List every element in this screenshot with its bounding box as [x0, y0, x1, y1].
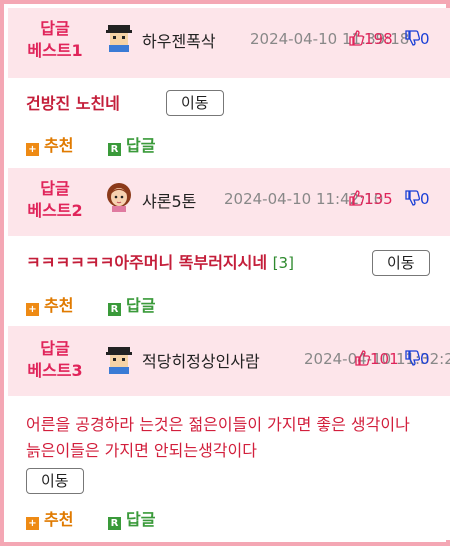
reply-content: 건방진 노친네	[26, 94, 120, 113]
move-button[interactable]: 이동	[26, 468, 84, 494]
reply-actions: + 추천 R 답글	[8, 288, 450, 326]
dislike-count[interactable]: 0	[404, 350, 430, 368]
reply-button[interactable]: R 답글	[108, 296, 155, 316]
like-count[interactable]: 135	[348, 190, 393, 208]
move-button[interactable]: 이동	[372, 250, 430, 276]
nickname[interactable]: 하우젠폭삭	[142, 28, 216, 52]
dislike-count[interactable]: 0	[404, 30, 430, 48]
badge-rank: 베스트1	[27, 41, 83, 60]
reply-header: 답글 베스트3 적당히정상인사람 2024-04-10 11:32:2 101 …	[8, 326, 450, 396]
reply-actions: + 추천 R 답글	[8, 128, 450, 169]
reply-icon: R	[108, 517, 121, 530]
reply-body: 건방진 노친네 이동	[8, 78, 450, 128]
badge-rank: 베스트2	[27, 201, 83, 220]
like-count[interactable]: 101	[354, 350, 399, 368]
reply-content: ㅋㅋㅋㅋㅋㅋ아주머니 똑부러지시네 [3]	[26, 253, 294, 272]
thumbs-down-icon	[405, 30, 421, 46]
comment-count[interactable]: [3]	[273, 254, 294, 272]
reply-icon: R	[108, 303, 121, 316]
best-reply-2: 답글 베스트2 샤론5톤 2024-04-10 11:42:10 135 0 ㅋ…	[8, 168, 450, 328]
reply-actions: + 추천 R 답글	[8, 500, 450, 540]
reply-content: 어른을 공경하라 는것은 젊은이들이 가지면 좋은 생각이나 늙은이들은 가지면…	[26, 415, 410, 460]
woman-avatar[interactable]	[104, 182, 134, 212]
thumbs-up-icon	[355, 350, 371, 366]
thumbs-up-icon	[349, 190, 365, 206]
thumbs-up-icon	[349, 30, 365, 46]
best-replies-panel: 답글 베스트1 하우젠폭삭 2024-04-10 11:39:18 198 0	[0, 0, 450, 546]
blockman-avatar[interactable]	[104, 22, 134, 52]
best-badge: 답글 베스트1	[22, 18, 88, 62]
best-badge: 답글 베스트3	[22, 338, 88, 382]
recommend-button[interactable]: + 추천	[26, 510, 73, 530]
thumbs-down-icon	[405, 350, 421, 366]
dislike-count[interactable]: 0	[404, 190, 430, 208]
recommend-button[interactable]: + 추천	[26, 136, 73, 156]
reply-body: 어른을 공경하라 는것은 젊은이들이 가지면 좋은 생각이나 늙은이들은 가지면…	[8, 396, 450, 500]
reply-button[interactable]: R 답글	[108, 510, 155, 530]
like-count[interactable]: 198	[348, 30, 393, 48]
nickname[interactable]: 샤론5톤	[142, 188, 196, 212]
best-badge: 답글 베스트2	[22, 178, 88, 222]
best-reply-1: 답글 베스트1 하우젠폭삭 2024-04-10 11:39:18 198 0	[8, 8, 450, 169]
plus-icon: +	[26, 517, 39, 530]
reply-icon: R	[108, 143, 121, 156]
best-reply-3: 답글 베스트3 적당히정상인사람 2024-04-10 11:32:2 101 …	[8, 326, 450, 544]
nickname[interactable]: 적당히정상인사람	[142, 348, 260, 372]
recommend-button[interactable]: + 추천	[26, 296, 73, 316]
plus-icon: +	[26, 143, 39, 156]
reply-button[interactable]: R 답글	[108, 136, 155, 156]
badge-line1: 답글	[40, 19, 70, 38]
plus-icon: +	[26, 303, 39, 316]
badge-line1: 답글	[40, 179, 70, 198]
reply-header: 답글 베스트1 하우젠폭삭 2024-04-10 11:39:18 198 0	[8, 8, 450, 78]
reply-header: 답글 베스트2 샤론5톤 2024-04-10 11:42:10 135 0	[8, 168, 450, 236]
move-button[interactable]: 이동	[166, 90, 224, 116]
thumbs-down-icon	[405, 190, 421, 206]
badge-line1: 답글	[40, 339, 70, 358]
blockman-avatar[interactable]	[104, 344, 134, 374]
badge-rank: 베스트3	[27, 361, 83, 380]
reply-body: ㅋㅋㅋㅋㅋㅋ아주머니 똑부러지시네 [3] 이동	[8, 236, 450, 288]
